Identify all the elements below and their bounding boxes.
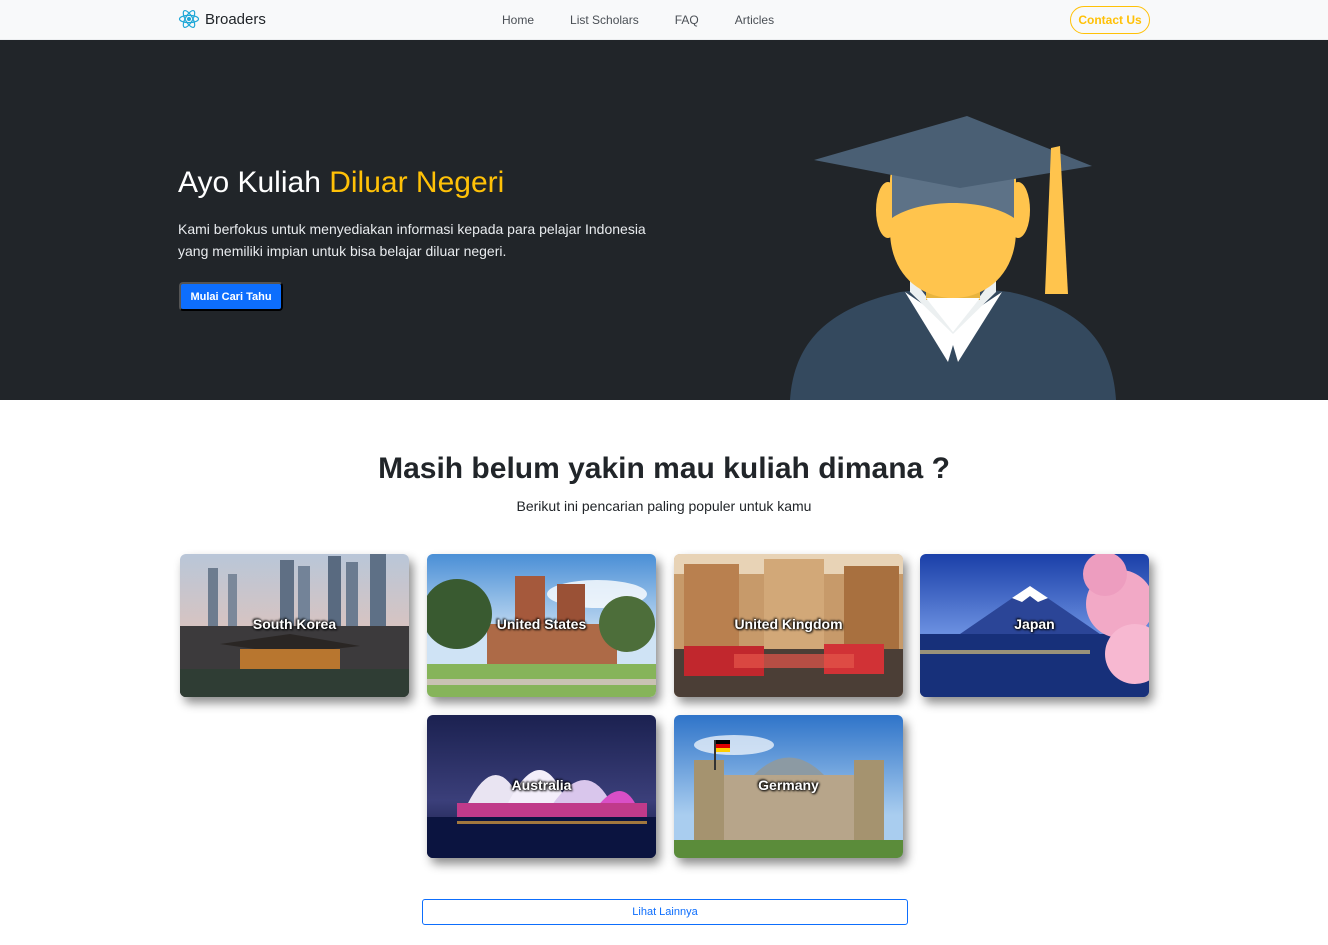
hero-description: Kami berfokus untuk menyediakan informas… xyxy=(178,221,646,259)
hero-title: Ayo Kuliah Diluar Negeri xyxy=(178,166,504,200)
destination-label: Japan xyxy=(1014,616,1055,632)
destination-label: Australia xyxy=(511,777,572,793)
nav-link-faq[interactable]: FAQ xyxy=(663,13,711,27)
destination-card-germany[interactable]: Germany xyxy=(674,715,903,858)
destination-card-united-kingdom[interactable]: United Kingdom xyxy=(674,554,903,697)
graduate-icon xyxy=(780,70,1120,400)
destination-label: South Korea xyxy=(252,616,337,632)
contact-us-button[interactable]: Contact Us xyxy=(1070,6,1150,34)
hero-section: Ayo Kuliah Diluar Negeri Kami berfokus u… xyxy=(0,40,1328,400)
destination-label: United Kingdom xyxy=(734,616,843,632)
nav-link-list-scholars[interactable]: List Scholars xyxy=(558,13,651,27)
brand-logo[interactable]: Broaders xyxy=(178,8,266,30)
destination-card-south-korea[interactable]: South Korea xyxy=(180,554,409,697)
destination-card-australia[interactable]: Australia xyxy=(427,715,656,858)
destination-card-japan[interactable]: Japan xyxy=(920,554,1149,697)
destination-label: Germany xyxy=(758,777,819,793)
destination-label: United States xyxy=(496,616,587,632)
section-title: Masih belum yakin mau kuliah dimana ? xyxy=(378,452,950,485)
nav-link-articles[interactable]: Articles xyxy=(723,13,786,27)
section-subtitle: Berikut ini pencarian paling populer unt… xyxy=(516,498,812,514)
hero-title-accent: Diluar Negeri xyxy=(329,166,505,199)
destination-card-united-states[interactable]: United States xyxy=(427,554,656,697)
navbar: Broaders Home List Scholars FAQ Articles… xyxy=(0,0,1328,40)
lihat-lainnya-button[interactable]: Lihat Lainnya xyxy=(422,899,908,925)
nav-links: Home List Scholars FAQ Articles xyxy=(490,0,798,40)
react-atom-icon xyxy=(178,8,200,30)
mulai-cari-tahu-button[interactable]: Mulai Cari Tahu xyxy=(179,282,283,311)
brand-name: Broaders xyxy=(205,10,266,28)
nav-link-home[interactable]: Home xyxy=(490,13,546,27)
hero-title-main: Ayo Kuliah xyxy=(178,166,330,199)
